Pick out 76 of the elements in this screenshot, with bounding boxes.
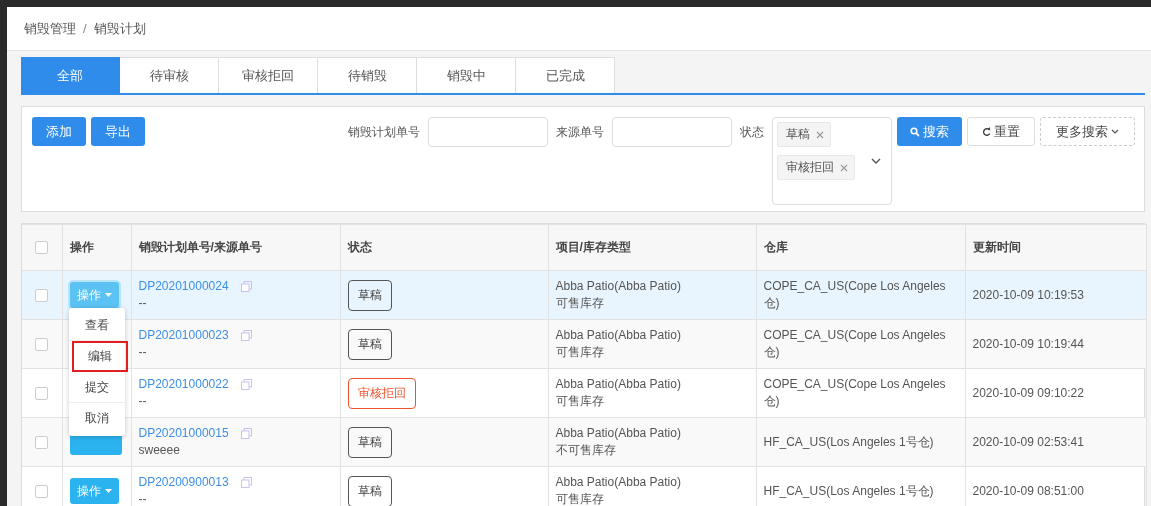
project-name: Abba Patio(Abba Patio) [555, 278, 682, 295]
warehouse-name: HF_CA_US(Los Angeles 1号仓) [763, 433, 935, 451]
update-time: 2020-10-09 10:19:53 [972, 287, 1084, 302]
project-name: Abba Patio(Abba Patio) [555, 376, 682, 393]
plan-number-link[interactable]: DP20200900013 [138, 474, 229, 491]
menu-item[interactable]: 编辑 [71, 341, 128, 372]
tab[interactable]: 销毁中 [417, 57, 516, 93]
warehouse-name: COPE_CA_US(Cope Los Angeles 仓) [763, 376, 947, 410]
caret-icon [104, 489, 112, 493]
status-tag: 审核拒回 [777, 155, 855, 180]
field-label: 状态 [740, 124, 764, 141]
source-number: -- [138, 491, 148, 506]
copy-icon[interactable] [240, 330, 252, 341]
copy-icon[interactable] [240, 281, 252, 292]
stock-type: 可售库存 [555, 491, 605, 506]
column-header: 仓库 [763, 240, 788, 254]
refresh-icon [982, 126, 991, 137]
tab[interactable]: 已完成 [516, 57, 615, 93]
status-tag: 草稿 [777, 122, 831, 147]
stock-type: 可售库存 [555, 393, 605, 410]
input-field[interactable] [612, 117, 732, 147]
source-number: sweeee [138, 442, 181, 459]
close-icon[interactable] [840, 163, 848, 172]
search-icon [910, 126, 920, 137]
checkbox[interactable] [35, 386, 49, 400]
chevron-down-icon[interactable] [871, 158, 881, 164]
plan-number-link[interactable]: DP20201000022 [138, 376, 229, 393]
field-label: 销毁计划单号 [348, 124, 420, 141]
chevron-down-icon [1111, 129, 1119, 134]
source-number: -- [138, 393, 148, 410]
checkbox[interactable] [35, 241, 49, 254]
tab[interactable]: 审核拒回 [219, 57, 318, 93]
breadcrumb-item: 销毁计划 [93, 19, 146, 38]
checkbox[interactable] [35, 435, 49, 449]
column-header: 更新时间 [972, 240, 1021, 254]
checkbox[interactable] [35, 288, 49, 302]
tab[interactable]: 待销毁 [318, 57, 417, 93]
update-time: 2020-10-09 09:10:22 [972, 385, 1084, 400]
update-time: 2020-10-09 02:53:41 [972, 434, 1084, 449]
field-label: 来源单号 [556, 124, 604, 141]
copy-icon[interactable] [240, 379, 252, 390]
status-tag: 草稿 [347, 475, 392, 506]
breadcrumb-item[interactable]: 销毁管理 [24, 19, 76, 38]
update-time: 2020-10-09 10:19:44 [972, 336, 1084, 351]
status-tag: 审核拒回 [347, 377, 416, 409]
source-number: -- [138, 344, 148, 361]
breadcrumb-separator: / [83, 21, 87, 36]
close-icon[interactable] [816, 130, 824, 139]
reset-button[interactable]: 重置 [967, 117, 1035, 146]
checkbox[interactable] [35, 484, 49, 498]
more-search-button[interactable]: 更多搜索 [1040, 117, 1135, 146]
column-header: 状态 [347, 240, 372, 254]
column-header: 销毁计划单号/来源单号 [138, 240, 262, 254]
source-number: -- [138, 295, 148, 312]
project-name: Abba Patio(Abba Patio) [555, 474, 682, 491]
update-time: 2020-10-09 08:51:00 [972, 483, 1084, 498]
warehouse-name: HF_CA_US(Los Angeles 1号仓) [763, 482, 935, 500]
caret-icon [104, 293, 112, 297]
stock-type: 可售库存 [555, 295, 605, 312]
status-tag: 草稿 [347, 279, 392, 311]
warehouse-name: COPE_CA_US(Cope Los Angeles 仓) [763, 278, 947, 312]
checkbox[interactable] [35, 337, 49, 351]
copy-icon[interactable] [240, 428, 252, 439]
stock-type: 不可售库存 [555, 442, 617, 459]
status-tag: 草稿 [347, 328, 392, 360]
copy-icon[interactable] [240, 477, 252, 488]
column-header: 操作 [69, 240, 94, 254]
table-row[interactable]: 操作 DP20200900013 -- 草稿 Abba Patio(Abba Patio) 可售库存 HF_CA_US(Los Angeles 1号仓) 2020-10-09 08:51:00 [22, 466, 1146, 506]
stock-type: 可售库存 [555, 344, 605, 361]
tab[interactable]: 待审核 [120, 57, 219, 93]
status-select[interactable]: 草稿 审核拒回 [772, 117, 892, 205]
project-name: Abba Patio(Abba Patio) [555, 327, 682, 344]
warehouse-name: COPE_CA_US(Cope Los Angeles 仓) [763, 327, 947, 361]
status-tag: 草稿 [347, 426, 392, 458]
column-header: 项目/库存类型 [555, 240, 631, 254]
input-field[interactable] [428, 117, 548, 147]
